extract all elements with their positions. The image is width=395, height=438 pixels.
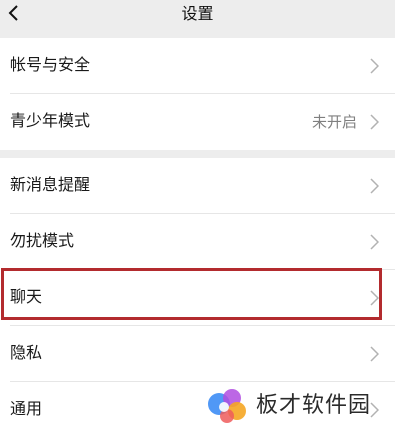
chevron-right-icon (370, 178, 380, 194)
settings-item-do-not-disturb[interactable]: 勿扰模式 (0, 214, 395, 270)
colorful-dots-logo-icon (206, 385, 250, 427)
settings-item-teen-mode[interactable]: 青少年模式 未开启 (0, 94, 395, 150)
chevron-right-icon (370, 234, 380, 250)
settings-item-privacy[interactable]: 隐私 (0, 326, 395, 382)
watermark-text: 板才软件园 (256, 393, 372, 418)
chevron-right-icon (370, 290, 380, 306)
settings-item-label: 隐私 (10, 343, 43, 362)
settings-item-label: 通用 (10, 399, 43, 418)
settings-item-label: 新消息提醒 (10, 175, 91, 194)
settings-item-label: 勿扰模式 (10, 231, 75, 250)
settings-item-value: 未开启 (311, 113, 357, 131)
settings-item-account-security[interactable]: 帐号与安全 (0, 38, 395, 94)
settings-item-label: 聊天 (10, 287, 43, 306)
settings-item-label: 帐号与安全 (10, 55, 91, 74)
page-title: 设置 (181, 4, 214, 23)
settings-item-label: 青少年模式 (10, 111, 91, 130)
chevron-right-icon (370, 346, 380, 362)
settings-item-new-message-alerts[interactable]: 新消息提醒 (0, 158, 395, 214)
chevron-right-icon (370, 114, 380, 130)
navigation-bar: 设置 (0, 0, 395, 32)
chevron-right-icon (370, 58, 380, 74)
watermark: 板才软件园 (206, 383, 391, 429)
settings-item-chat[interactable]: 聊天 (0, 270, 395, 326)
settings-group-account: 帐号与安全 青少年模式 未开启 (0, 38, 395, 150)
